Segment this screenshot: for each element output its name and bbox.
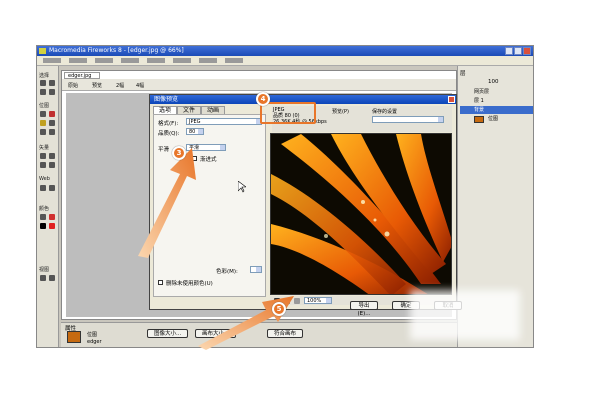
arrow-3-icon [138,148,196,258]
overlay-smudge [410,290,520,340]
tools-section-view: 视图 [39,267,50,273]
layer-row-selected[interactable]: 背景 [460,106,533,114]
crop-tool-icon[interactable] [49,89,55,95]
quality-label: 品质(Q): [158,131,180,137]
saved-settings-label: 保存的设置 [372,109,398,115]
stroke-color-swatch[interactable] [40,223,46,229]
menu-item[interactable] [225,58,243,63]
tools-section-web: Web [39,176,50,182]
close-icon[interactable] [523,47,531,55]
view-2up-tab[interactable]: 2幅 [116,82,124,89]
arrow-5-icon [198,296,294,350]
maximize-icon[interactable] [514,47,522,55]
layers-panel-title: 层 [460,71,466,77]
menu-item[interactable] [173,58,191,63]
tools-section-colors: 颜色 [39,206,50,212]
preview-image [270,133,452,295]
marquee-tool-icon[interactable] [40,111,46,117]
title-bar: Macromedia Fireworks 8 - [edger.jpg @ 66… [37,46,533,56]
subselect-tool-icon[interactable] [49,80,55,86]
step-4-badge: 4 [256,92,270,106]
tools-section-select: 选择 [39,73,50,79]
document-view-strip: 原始 预览 2幅 4幅 [62,79,456,91]
blur-tool-icon[interactable] [49,129,55,135]
tools-section-bitmap: 位图 [39,103,50,109]
view-preview-tab[interactable]: 预览 [92,82,102,89]
fill-color-swatch[interactable] [49,223,55,229]
image-size-button[interactable]: 图像大小... [147,329,189,338]
opacity-value[interactable]: 100 [488,79,499,85]
slice-tool-icon[interactable] [49,185,55,191]
menu-item[interactable] [199,58,217,63]
remove-unused-colors-label: 删除未使用颜色(U) [166,281,213,287]
dialog-tabs: 选项 文件 动画 [153,106,226,114]
mouse-cursor-icon [238,181,246,193]
hand-tool-icon[interactable] [40,275,46,281]
tools-panel: 选择 位图 矢量 Web 颜色 视图 [37,66,59,347]
eraser-tool-icon[interactable] [40,129,46,135]
layer-row[interactable]: 网页层 [460,88,533,96]
fireworks-logo-icon [39,48,46,54]
eyedropper-tool-icon[interactable] [40,214,46,220]
view-4up-tab[interactable]: 4幅 [136,82,144,89]
tab-options[interactable]: 选项 [153,106,178,114]
text-tool-icon[interactable] [49,162,55,168]
zoom-select[interactable]: 100% [304,297,332,304]
document-tab[interactable]: edger.jpg [64,72,100,79]
menu-bar [37,56,533,66]
window-title: Macromedia Fireworks 8 - [edger.jpg @ 66… [49,47,184,54]
layer-row[interactable]: 层 1 [460,97,533,105]
lasso-tool-icon[interactable] [49,111,55,117]
flower-photo [271,134,451,294]
zoom-tool-icon[interactable] [49,275,55,281]
bitmap-thumbnail [67,331,81,343]
color-swatch[interactable] [250,266,262,273]
pencil-tool-icon[interactable] [49,120,55,126]
tutorial-caption [0,0,600,12]
view-original-tab[interactable]: 原始 [68,82,78,89]
quality-input[interactable]: 80 [186,128,204,135]
menu-item[interactable] [43,58,61,63]
tab-animation[interactable]: 动画 [201,106,226,114]
object-name: edger [87,339,102,345]
menu-item[interactable] [95,58,113,63]
format-select[interactable]: JPEG [186,118,262,125]
step-3-badge: 3 [172,146,186,160]
menu-item[interactable] [147,58,165,63]
color-label: 色彩(M): [216,269,238,275]
minimize-icon[interactable] [505,47,513,55]
menu-item[interactable] [121,58,139,63]
object-type: 位图 [87,332,98,338]
layer-row[interactable]: 位图 [460,115,533,123]
step-5-badge: 5 [272,302,286,316]
scale-tool-icon[interactable] [40,89,46,95]
rectangle-tool-icon[interactable] [40,162,46,168]
hotspot-tool-icon[interactable] [40,185,46,191]
line-tool-icon[interactable] [40,153,46,159]
menu-item[interactable] [69,58,87,63]
pen-tool-icon[interactable] [49,153,55,159]
format-label: 格式(F): [158,121,179,127]
tab-file[interactable]: 文件 [177,106,202,114]
remove-unused-colors-checkbox[interactable] [158,280,163,285]
layer-thumbnail [474,116,484,123]
dialog-close-icon[interactable] [448,96,455,103]
filesize-highlight [260,102,316,124]
tools-section-vector: 矢量 [39,145,50,151]
saved-settings-select[interactable] [372,116,444,123]
preview-checkbox-label[interactable]: 预览(P) [332,108,349,115]
paint-bucket-icon[interactable] [49,214,55,220]
pointer-tool-icon[interactable] [40,80,46,86]
brush-tool-icon[interactable] [40,120,46,126]
export-button[interactable]: 导出(E)... [350,301,378,317]
